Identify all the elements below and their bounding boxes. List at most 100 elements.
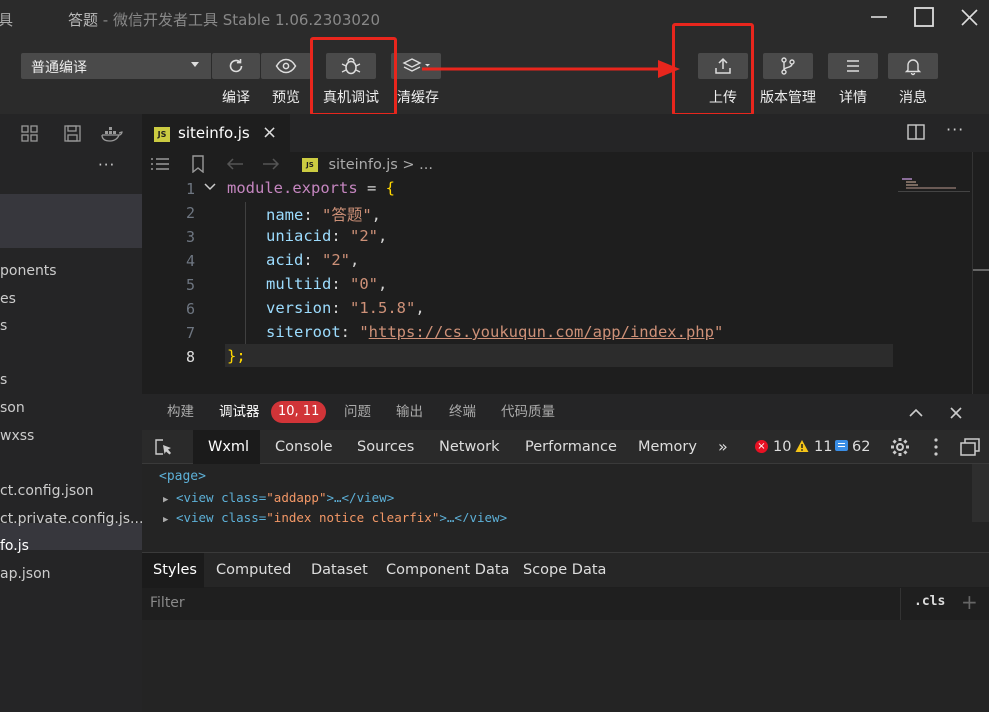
close-panel-icon[interactable] (949, 406, 963, 424)
error-count[interactable]: 10 (773, 430, 791, 464)
file-item[interactable]: es (0, 291, 16, 307)
preview-button[interactable] (261, 53, 311, 79)
outline-icon[interactable] (150, 156, 170, 176)
code-line-3: uniacid: "2", (266, 227, 388, 245)
code-token: " (713, 323, 724, 341)
kebab-menu-icon[interactable] (934, 438, 938, 460)
breadcrumb-rest: > ... (397, 157, 433, 173)
wxml-attr-value: "index notice clearfix" (266, 510, 440, 522)
save-icon[interactable] (62, 124, 84, 148)
compile-mode-select[interactable]: 普通编译 (21, 53, 211, 79)
wxml-scrollbar[interactable] (972, 464, 989, 522)
minimize-icon (871, 16, 887, 18)
tab-styles[interactable]: Styles (153, 553, 197, 588)
minimize-button[interactable] (859, 0, 899, 38)
compile-mode-value: 普通编译 (31, 60, 87, 76)
tab-close-button[interactable]: × (262, 122, 277, 143)
maximize-button[interactable] (904, 0, 944, 38)
code-line-6: version: "1.5.8", (266, 299, 425, 317)
code-token: version (266, 299, 332, 317)
minimap[interactable] (898, 178, 970, 198)
fold-chevron-icon[interactable] (203, 180, 217, 198)
filter-placeholder: Filter (150, 595, 185, 611)
info-count[interactable]: 62 (852, 430, 870, 464)
refresh-icon (229, 59, 243, 73)
file-item[interactable]: s (0, 318, 7, 334)
tab-build[interactable]: 构建 (167, 394, 194, 430)
file-item[interactable]: ct.private.config.js... (0, 511, 143, 527)
wxml-view-node[interactable]: ▶ <view class="index notice clearfix">…<… (163, 510, 507, 522)
file-item[interactable]: ct.config.json (0, 483, 94, 499)
file-item[interactable]: wxss (0, 428, 34, 444)
inspect-element-icon[interactable] (154, 438, 174, 462)
tab-computed[interactable]: Computed (216, 553, 291, 588)
js-file-icon: JS (302, 158, 318, 172)
js-file-icon: JS (154, 127, 170, 142)
tab-code-quality[interactable]: 代码质量 (501, 394, 555, 430)
tab-wxml[interactable]: Wxml (208, 430, 249, 464)
back-arrow-icon[interactable] (226, 157, 244, 175)
tab-title: siteinfo.js (178, 124, 250, 142)
add-style-rule-button[interactable]: + (961, 590, 978, 614)
siteroot-url-link[interactable]: https://cs.youkuqun.com/app/index.php (369, 323, 714, 341)
forward-arrow-icon[interactable] (262, 157, 280, 175)
filter-input[interactable]: Filter (142, 591, 900, 617)
tab-debugger[interactable]: 调试器 (219, 394, 260, 430)
editor-more-button[interactable]: ··· (946, 120, 964, 139)
tab-memory[interactable]: Memory (638, 430, 697, 464)
split-editor-icon[interactable] (907, 124, 925, 144)
messages-button[interactable] (888, 53, 938, 79)
settings-gear-icon[interactable] (890, 437, 910, 461)
tab-performance[interactable]: Performance (525, 430, 617, 464)
tab-output[interactable]: 输出 (396, 394, 423, 430)
line-number: 7 (185, 324, 195, 342)
styles-pane (142, 620, 989, 712)
code-line-2: name: "答题", (266, 206, 382, 224)
bookmark-icon[interactable] (190, 155, 206, 177)
wxml-tag: <view class= (175, 490, 267, 505)
undock-icon[interactable] (959, 437, 981, 461)
file-item[interactable]: ap.json (0, 566, 51, 582)
tab-dataset[interactable]: Dataset (311, 553, 368, 588)
breadcrumb-file[interactable]: siteinfo.js (328, 157, 397, 173)
editor-scrollbar[interactable] (972, 152, 989, 394)
version-control-button[interactable] (763, 53, 813, 79)
compile-button[interactable] (212, 53, 260, 79)
tab-sources[interactable]: Sources (357, 430, 414, 464)
warning-count[interactable]: 11 (814, 430, 832, 464)
tab-problems[interactable]: 问题 (344, 394, 371, 430)
panel-tab-bar: 构建 调试器 10, 11 问题 输出 终端 代码质量 (142, 394, 989, 430)
code-token: " (359, 323, 369, 341)
tab-scope-data[interactable]: Scope Data (523, 553, 606, 588)
chevron-up-icon[interactable] (908, 406, 924, 422)
cls-toggle-button[interactable]: .cls (914, 594, 945, 609)
line-number: 8 (185, 348, 195, 366)
tab-console[interactable]: Console (275, 430, 333, 464)
tab-siteinfo-js[interactable]: JS siteinfo.js × (142, 114, 290, 152)
styles-filter-bar: Filter .cls + (142, 588, 989, 620)
code-token: multiid (266, 275, 332, 293)
code-token: "2" (350, 227, 378, 245)
file-item[interactable]: fo.js (0, 538, 29, 554)
file-item[interactable]: s (0, 372, 7, 388)
tab-component-data[interactable]: Component Data (386, 553, 509, 588)
title-bar: 具 答题 - 微信开发者工具 Stable 1.06.2303020 (0, 0, 989, 38)
tab-terminal[interactable]: 终端 (449, 394, 476, 430)
indent-guide (245, 202, 246, 344)
tab-network[interactable]: Network (439, 430, 500, 464)
docker-icon[interactable] (100, 124, 124, 148)
close-window-button[interactable] (950, 0, 989, 38)
code-line-4: acid: "2", (266, 251, 360, 269)
components-icon[interactable] (20, 124, 42, 148)
window-title: 答题 - 微信开发者工具 Stable 1.06.2303020 (68, 9, 380, 30)
more-actions-button[interactable]: ··· (98, 156, 115, 174)
bell-icon (904, 59, 922, 76)
more-tabs-button[interactable]: » (718, 430, 728, 464)
file-item[interactable]: ponents (0, 263, 57, 279)
wxml-view-node[interactable]: ▶ <view class="addapp">…</view> (163, 490, 394, 505)
wxml-page-node[interactable]: <page> (159, 469, 206, 484)
breadcrumb: JS siteinfo.js > ... (302, 157, 433, 173)
details-button[interactable] (828, 53, 878, 79)
wxml-tag: >…</view> (439, 510, 508, 522)
file-item[interactable]: son (0, 400, 25, 416)
